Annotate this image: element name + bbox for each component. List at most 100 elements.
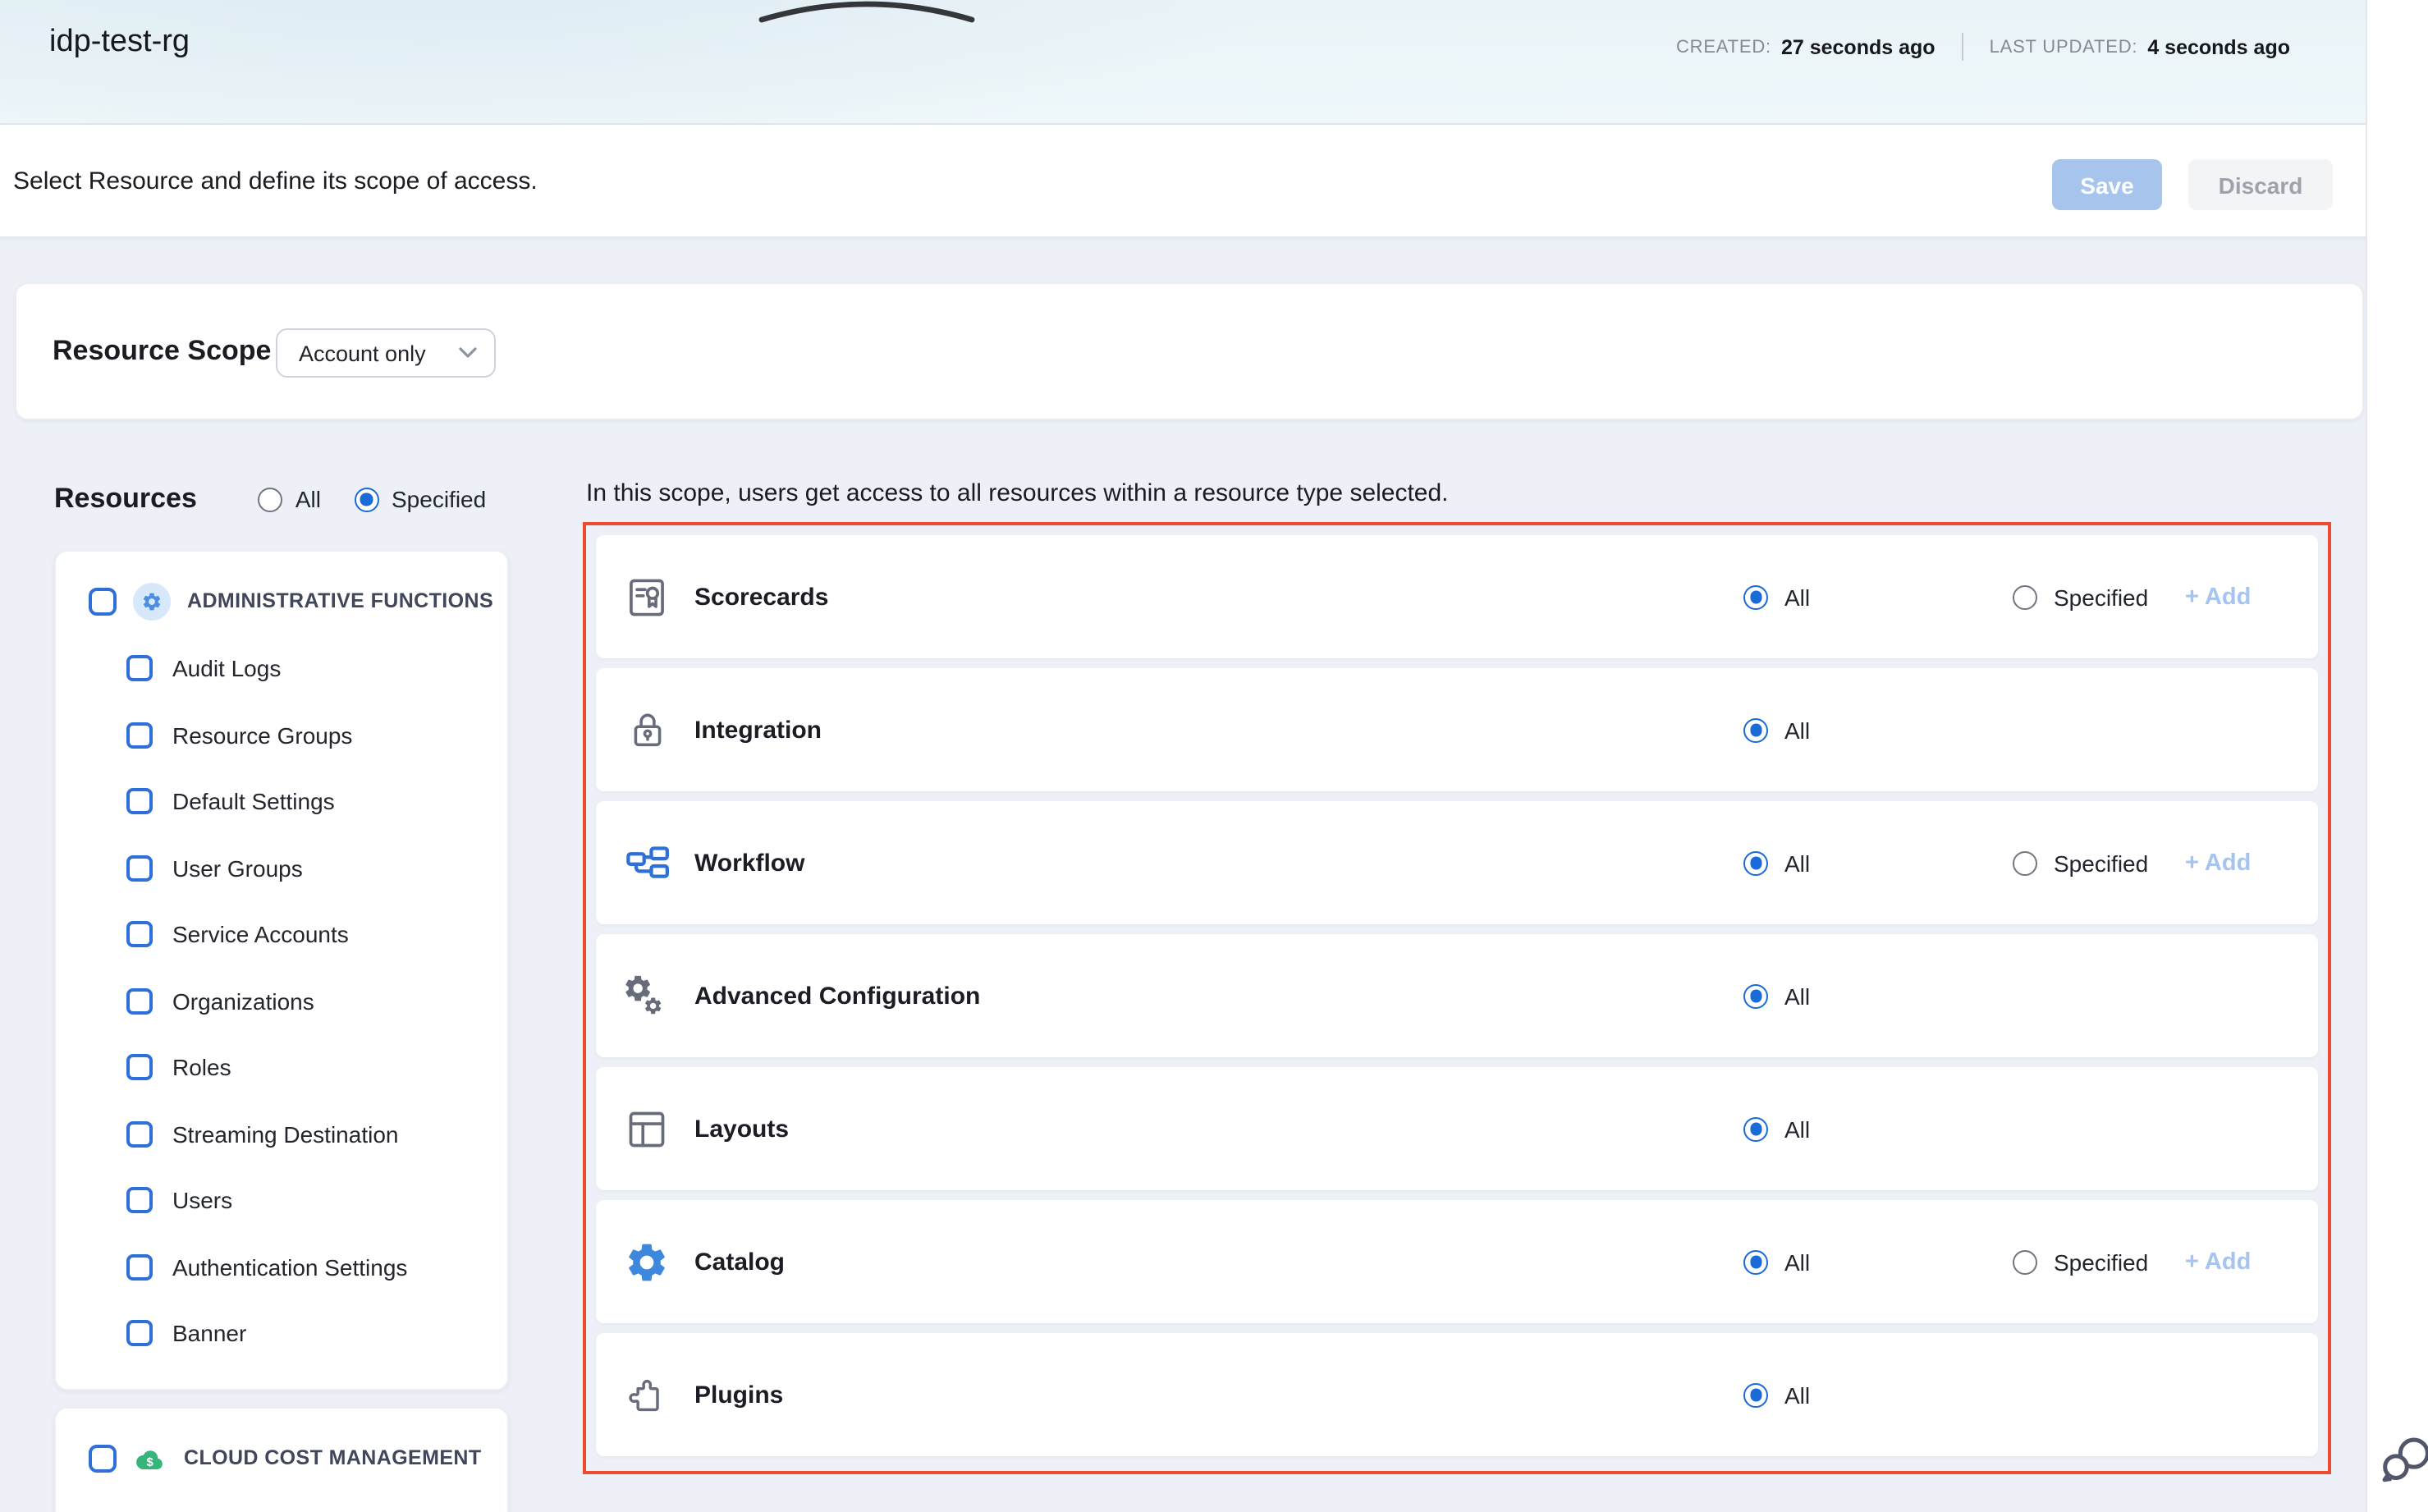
- resource-item-checkbox[interactable]: [126, 855, 153, 882]
- resource-item-label: Authentication Settings: [172, 1254, 407, 1281]
- resource-item-label: Default Settings: [172, 789, 335, 815]
- all-radio[interactable]: [1743, 850, 1768, 875]
- page-header: idp-test-rg CREATED: 27 seconds ago LAST…: [0, 0, 2366, 125]
- puzzle-icon: [624, 1372, 670, 1418]
- resource-item-checkbox[interactable]: [126, 722, 153, 749]
- resource-item-checkbox[interactable]: [126, 789, 153, 815]
- resource-item-checkbox[interactable]: [126, 1121, 153, 1148]
- resource-item-label: Audit Logs: [172, 656, 281, 682]
- group-label: ADMINISTRATIVE FUNCTIONS: [187, 589, 493, 612]
- layout-icon: [624, 1106, 670, 1152]
- resource-item: Default Settings: [126, 768, 507, 835]
- specified-radio[interactable]: [2013, 1249, 2037, 1274]
- specified-radio[interactable]: [2013, 584, 2037, 609]
- all-radio-label: All: [1784, 1249, 1810, 1275]
- resource-item-checkbox[interactable]: [126, 1055, 153, 1081]
- all-radio-label: All: [1784, 1116, 1810, 1142]
- chat-bubbles-icon[interactable]: [2377, 1432, 2428, 1487]
- resource-type-name: Integration: [694, 716, 822, 744]
- all-radio[interactable]: [1743, 1249, 1768, 1274]
- add-button[interactable]: + Add: [2185, 1249, 2251, 1275]
- meta-divider: [1962, 33, 1963, 61]
- all-radio[interactable]: [1743, 983, 1768, 1008]
- header-meta: CREATED: 27 seconds ago LAST UPDATED: 4 …: [1676, 33, 2290, 61]
- right-gutter: [2366, 0, 2428, 1512]
- resource-item: Banner: [126, 1300, 507, 1367]
- all-radio-label: All: [1784, 717, 1810, 743]
- resource-type-name: Catalog: [694, 1248, 785, 1276]
- resource-scope-value: Account only: [299, 341, 426, 365]
- group-checkbox[interactable]: [89, 587, 117, 615]
- workflow-icon: [624, 840, 670, 886]
- group-items: Audit Logs Resource Groups Default Setti…: [126, 635, 507, 1388]
- resource-item: Roles: [126, 1034, 507, 1101]
- group-items: Recommendations: [126, 1492, 507, 1512]
- created-label: CREATED:: [1676, 37, 1771, 57]
- all-radio-label: All: [1784, 584, 1810, 610]
- app-root: idp-test-rg CREATED: 27 seconds ago LAST…: [0, 0, 2428, 1512]
- resource-types-panel: Scorecards All Specified + Add Integrati…: [583, 522, 2331, 1474]
- top-arc-decoration: [752, 0, 982, 23]
- all-radio[interactable]: [1743, 717, 1768, 742]
- resource-item: Audit Logs: [126, 635, 507, 702]
- add-button[interactable]: + Add: [2185, 850, 2251, 876]
- toolbar: Select Resource and define its scope of …: [0, 125, 2366, 238]
- svg-text:$: $: [147, 1456, 154, 1469]
- resource-item-label: Organizations: [172, 988, 314, 1015]
- resource-item-checkbox[interactable]: [126, 922, 153, 948]
- cloud-dollar-icon: $: [133, 1443, 167, 1473]
- gear-blue-icon: [624, 1239, 670, 1285]
- resource-group-header: $ CLOUD COST MANAGEMENT: [56, 1409, 507, 1481]
- resources-scope-options: AllSpecified: [258, 486, 506, 512]
- resource-item-label: Roles: [172, 1055, 231, 1081]
- resource-item-checkbox[interactable]: [126, 988, 153, 1015]
- resource-type-row: Plugins All: [596, 1333, 2318, 1456]
- lock-icon: [624, 707, 670, 753]
- group-checkbox[interactable]: [89, 1444, 117, 1472]
- resource-item: Service Accounts: [126, 901, 507, 968]
- resources-specified-radio[interactable]: [354, 487, 378, 511]
- add-button[interactable]: + Add: [2185, 584, 2251, 610]
- page-title: idp-test-rg: [49, 25, 190, 61]
- resource-item: Streaming Destination: [126, 1101, 507, 1167]
- all-radio[interactable]: [1743, 1116, 1768, 1141]
- resource-group-header: ADMINISTRATIVE FUNCTIONS: [56, 552, 507, 624]
- resources-all-radio[interactable]: [258, 487, 282, 511]
- resource-item-label: Banner: [172, 1321, 246, 1347]
- specified-radio[interactable]: [2013, 850, 2037, 875]
- resource-item: Users: [126, 1167, 507, 1234]
- specified-radio-label: Specified: [2054, 1249, 2148, 1275]
- resource-group-card: $ CLOUD COST MANAGEMENT Recommendations: [54, 1407, 509, 1512]
- resource-scope-label: Resource Scope: [53, 335, 271, 368]
- resource-item: Resource Groups: [126, 702, 507, 768]
- resource-item-label: User Groups: [172, 855, 303, 882]
- specified-radio-label: Specified: [2054, 850, 2148, 876]
- discard-button[interactable]: Discard: [2188, 159, 2333, 210]
- all-radio-label: All: [1784, 983, 1810, 1009]
- resources-all-label: All: [295, 486, 321, 512]
- chevron-down-icon: [458, 346, 478, 360]
- resource-item-checkbox[interactable]: [126, 1254, 153, 1281]
- all-radio[interactable]: [1743, 1382, 1768, 1407]
- last-updated-value: 4 seconds ago: [2147, 35, 2290, 58]
- scorecard-icon: [624, 574, 670, 620]
- all-radio[interactable]: [1743, 584, 1768, 609]
- created-value: 27 seconds ago: [1781, 35, 1936, 58]
- resource-type-name: Workflow: [694, 849, 804, 877]
- resource-item: Authentication Settings: [126, 1234, 507, 1300]
- resource-item-checkbox[interactable]: [126, 656, 153, 682]
- resource-item-checkbox[interactable]: [126, 1188, 153, 1214]
- resource-item-label: Streaming Destination: [172, 1121, 399, 1148]
- group-label: CLOUD COST MANAGEMENT: [184, 1446, 482, 1469]
- specified-radio-label: Specified: [2054, 584, 2148, 610]
- resource-item: Recommendations: [126, 1492, 507, 1512]
- resource-item-checkbox[interactable]: [126, 1321, 153, 1347]
- resource-item-label: Resource Groups: [172, 722, 352, 749]
- resource-type-row: Workflow All Specified + Add: [596, 801, 2318, 924]
- resources-header: Resources AllSpecified: [54, 478, 530, 520]
- resource-item-label: Service Accounts: [172, 922, 349, 948]
- resource-type-row: Layouts All: [596, 1067, 2318, 1190]
- save-button[interactable]: Save: [2052, 159, 2162, 210]
- all-radio-label: All: [1784, 850, 1810, 876]
- resource-scope-dropdown[interactable]: Account only: [276, 328, 496, 378]
